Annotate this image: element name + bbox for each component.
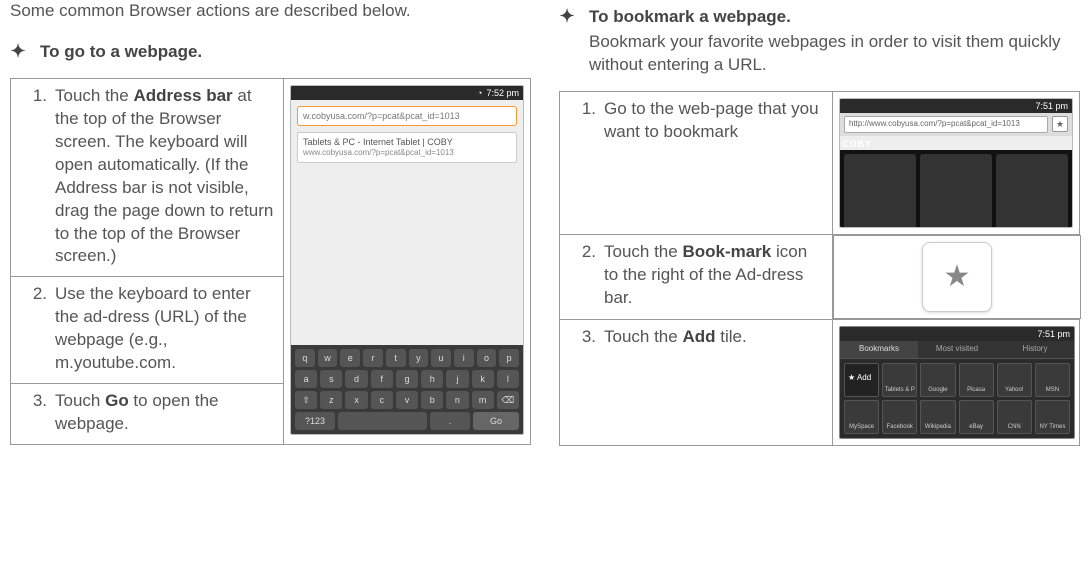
plus-icon: ✦ — [559, 6, 575, 28]
bookmark-tile[interactable]: Facebook — [882, 400, 917, 434]
keyboard-key[interactable]: d — [345, 370, 367, 388]
bookmark-tile[interactable]: Tablets & P — [882, 363, 917, 397]
keyboard-key[interactable]: z — [320, 391, 342, 409]
address-bar[interactable]: http://www.cobyusa.com/?p=pcat&pcat_id=1… — [844, 116, 1048, 133]
step-text: Touch the Add tile. — [596, 319, 833, 445]
keyboard-key[interactable]: v — [396, 391, 418, 409]
coby-brand-text: COBY — [840, 136, 1072, 150]
step-number: 3. — [11, 384, 48, 445]
webpage-body — [840, 150, 1072, 228]
status-bar: 7:51 pm — [840, 327, 1074, 341]
keyboard-key[interactable]: t — [386, 349, 406, 367]
status-time: 7:51 pm — [1037, 328, 1070, 340]
add-bookmark-tile[interactable]: ★ Add — [844, 363, 879, 397]
screenshot-browser-keyboard: ◔ 7:52 pm w.cobyusa.com/?p=pcat&pcat_id=… — [290, 85, 524, 435]
keyboard-go-key[interactable]: Go — [473, 412, 519, 430]
bookmark-tile[interactable]: Picasa — [959, 363, 994, 397]
bookmark-tile[interactable]: eBay — [959, 400, 994, 434]
heading-bookmark-webpage: ✦ To bookmark a webpage. Bookmark your f… — [559, 6, 1080, 77]
screenshot-webpage: 7:51 pm http://www.cobyusa.com/?p=pcat&p… — [839, 98, 1073, 228]
keyboard-key[interactable]: c — [371, 391, 393, 409]
status-time: 7:51 pm — [1035, 100, 1068, 112]
bookmark-tile[interactable]: Google — [920, 363, 955, 397]
keyboard-key[interactable]: a — [295, 370, 317, 388]
keyboard-key[interactable]: f — [371, 370, 393, 388]
bookmark-tile[interactable]: MSN — [1035, 363, 1070, 397]
heading-subtext: Bookmark your favorite webpages in order… — [589, 31, 1080, 77]
clock-icon: ◔ — [477, 87, 482, 99]
on-screen-keyboard[interactable]: qwertyuiop asdfghjkl ⇧zxcvbnm⌫ ?123 . Go — [291, 345, 523, 434]
keyboard-key[interactable]: l — [497, 370, 519, 388]
step-number: 2. — [560, 234, 597, 319]
keyboard-key[interactable]: q — [295, 349, 315, 367]
keyboard-key[interactable]: w — [318, 349, 338, 367]
keyboard-key[interactable]: p — [499, 349, 519, 367]
screenshot-cell: 7:51 pm http://www.cobyusa.com/?p=pcat&p… — [833, 91, 1080, 234]
heading-text: To go to a webpage. — [40, 41, 202, 64]
bookmark-tile[interactable]: MySpace — [844, 400, 879, 434]
keyboard-key[interactable]: y — [409, 349, 429, 367]
keyboard-space-key[interactable] — [338, 412, 427, 430]
keyboard-key[interactable]: m — [472, 391, 494, 409]
keyboard-key[interactable]: b — [421, 391, 443, 409]
keyboard-key[interactable]: i — [454, 349, 474, 367]
intro-text: Some common Browser actions are describe… — [10, 0, 531, 23]
page: Some common Browser actions are describe… — [0, 0, 1090, 582]
keyboard-key[interactable]: k — [472, 370, 494, 388]
right-column: ✦ To bookmark a webpage. Bookmark your f… — [559, 0, 1080, 582]
step-text: Go to the web-page that you want to book… — [596, 91, 833, 234]
bookmark-tile[interactable]: CNN — [997, 400, 1032, 434]
screenshot-cell: ◔ 7:52 pm w.cobyusa.com/?p=pcat&pcat_id=… — [284, 78, 531, 444]
step-text: Touch the Address bar at the top of the … — [47, 78, 284, 277]
bookmark-tile[interactable]: NY Times — [1035, 400, 1070, 434]
bookmark-grid: ★ AddTablets & PGooglePicasaYahoo!MSN MyS… — [840, 359, 1074, 438]
steps-table-left: 1. Touch the Address bar at the top of t… — [10, 78, 531, 445]
url-line: http://www.cobyusa.com/?p=pcat&pcat_id=1… — [840, 113, 1072, 136]
bookmark-tile[interactable]: Wikipedia — [920, 400, 955, 434]
keyboard-key[interactable]: o — [477, 349, 497, 367]
keyboard-symbols-key[interactable]: ?123 — [295, 412, 335, 430]
tab-bookmarks[interactable]: Bookmarks — [840, 341, 918, 358]
keyboard-period-key[interactable]: . — [430, 412, 470, 430]
screenshot-cell: ★ — [833, 235, 1081, 319]
tab-history[interactable]: History — [996, 341, 1074, 358]
step-number: 2. — [11, 277, 48, 384]
screenshot-cell: 7:51 pm Bookmarks Most visited History ★… — [833, 319, 1080, 445]
heading-text: To bookmark a webpage. — [589, 7, 791, 26]
keyboard-key[interactable]: g — [396, 370, 418, 388]
keyboard-key[interactable]: ⇧ — [295, 391, 317, 409]
keyboard-key[interactable]: r — [363, 349, 383, 367]
status-time: 7:52 pm — [486, 87, 519, 99]
bookmark-tabs: Bookmarks Most visited History — [840, 341, 1074, 359]
step-number: 3. — [560, 319, 597, 445]
keyboard-key[interactable]: x — [345, 391, 367, 409]
bookmark-icon[interactable]: ★ — [1052, 116, 1068, 132]
steps-table-right: 1. Go to the web-page that you want to b… — [559, 91, 1080, 446]
url-suggestion[interactable]: Tablets & PC - Internet Tablet | COBY ww… — [297, 132, 517, 163]
step-number: 1. — [560, 91, 597, 234]
keyboard-key[interactable]: ⌫ — [497, 391, 519, 409]
step-text: Use the keyboard to enter the ad-dress (… — [47, 277, 284, 384]
bookmark-tile[interactable]: Yahoo! — [997, 363, 1032, 397]
left-column: Some common Browser actions are describe… — [10, 0, 531, 582]
step-number: 1. — [11, 78, 48, 277]
keyboard-key[interactable]: e — [340, 349, 360, 367]
keyboard-key[interactable]: n — [446, 391, 468, 409]
heading-go-to-webpage: ✦ To go to a webpage. — [10, 41, 531, 64]
keyboard-key[interactable]: h — [421, 370, 443, 388]
screenshot-bookmarks: 7:51 pm Bookmarks Most visited History ★… — [839, 326, 1075, 439]
step-text: Touch Go to open the webpage. — [47, 384, 284, 445]
keyboard-key[interactable]: u — [431, 349, 451, 367]
tab-most-visited[interactable]: Most visited — [918, 341, 996, 358]
bookmark-icon-large[interactable]: ★ — [922, 242, 992, 312]
keyboard-key[interactable]: s — [320, 370, 342, 388]
plus-icon: ✦ — [10, 41, 26, 63]
status-bar: 7:51 pm — [840, 99, 1072, 113]
keyboard-key[interactable]: j — [446, 370, 468, 388]
status-bar: ◔ 7:52 pm — [291, 86, 523, 100]
step-text: Touch the Book-mark icon to the right of… — [596, 234, 833, 319]
address-bar[interactable]: w.cobyusa.com/?p=pcat&pcat_id=1013 — [297, 106, 517, 126]
